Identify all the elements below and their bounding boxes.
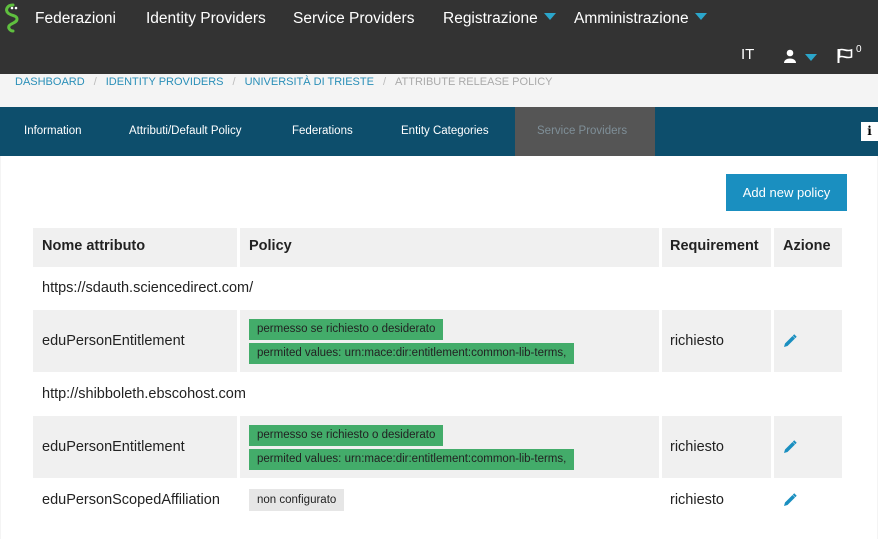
tab-attributi-default-policy[interactable]: Attributi/Default Policy bbox=[129, 107, 242, 156]
attribute-name: eduPersonEntitlement bbox=[42, 333, 185, 349]
language-selector[interactable]: IT bbox=[741, 46, 754, 63]
header-cell-policy bbox=[240, 228, 659, 267]
requirement-value: richiesto bbox=[670, 439, 724, 455]
nav-registrazione[interactable]: Registrazione bbox=[443, 0, 556, 37]
policy-values-tag: permited values: urn:mace:dir:entitlemen… bbox=[249, 449, 575, 470]
notification-count: 0 bbox=[856, 44, 862, 55]
attribute-name: eduPersonEntitlement bbox=[42, 439, 185, 455]
chevron-down-icon bbox=[694, 13, 707, 21]
chevron-down-icon[interactable] bbox=[805, 54, 817, 61]
tab-service-providers[interactable]: Service Providers bbox=[515, 107, 655, 156]
user-icon[interactable] bbox=[784, 49, 796, 63]
policy-not-configured-tag: non configurato bbox=[249, 489, 345, 511]
user-bar: IT 0 bbox=[0, 37, 878, 74]
flag-icon[interactable] bbox=[837, 48, 853, 63]
nav-amministrazione[interactable]: Amministrazione bbox=[574, 0, 707, 37]
breadcrumb-dashboard[interactable]: DASHBOARD bbox=[15, 76, 85, 88]
breadcrumb-universita-di-trieste[interactable]: UNIVERSITÀ DI TRIESTE bbox=[245, 76, 374, 88]
add-new-policy-button[interactable]: Add new policy bbox=[726, 174, 847, 211]
sp-group-label: https://sdauth.sciencedirect.com/ bbox=[42, 280, 254, 296]
sp-group-label: http://shibboleth.ebscohost.com bbox=[42, 386, 246, 402]
breadcrumb: DASHBOARD / IDENTITY PROVIDERS / UNIVERSITÀ … bbox=[15, 76, 553, 88]
policy-tag: permesso se richiesto o desiderato bbox=[249, 425, 444, 446]
edit-pencil-icon[interactable] bbox=[783, 440, 797, 454]
nav-identity-providers[interactable]: Identity Providers bbox=[146, 0, 266, 37]
column-header-policy[interactable]: Policy bbox=[249, 238, 292, 254]
chevron-down-icon bbox=[543, 13, 556, 21]
tab-entity-categories[interactable]: Entity Categories bbox=[401, 107, 489, 156]
edit-pencil-icon[interactable] bbox=[783, 493, 797, 507]
policy-tag: permesso se richiesto o desiderato bbox=[249, 319, 444, 340]
info-icon[interactable]: i bbox=[861, 122, 878, 141]
tab-bar: Information Attributi/Default Policy Fed… bbox=[0, 107, 878, 156]
attribute-name: eduPersonScopedAffiliation bbox=[42, 492, 220, 508]
tab-federations[interactable]: Federations bbox=[292, 107, 353, 156]
requirement-value: richiesto bbox=[670, 333, 724, 349]
tab-information[interactable]: Information bbox=[24, 107, 82, 156]
column-header-action: Azione bbox=[783, 238, 831, 254]
gecko-logo-icon[interactable] bbox=[3, 3, 23, 33]
nav-federazioni[interactable]: Federazioni bbox=[35, 0, 116, 37]
breadcrumb-identity-providers[interactable]: IDENTITY PROVIDERS bbox=[106, 76, 224, 88]
breadcrumb-current: ATTRIBUTE RELEASE POLICY bbox=[395, 76, 553, 88]
column-header-name[interactable]: Nome attributo bbox=[42, 238, 145, 254]
top-nav-bar: Federazioni Identity Providers Service P… bbox=[0, 0, 878, 37]
nav-service-providers[interactable]: Service Providers bbox=[293, 0, 414, 37]
column-header-requirement[interactable]: Requirement bbox=[670, 238, 759, 254]
requirement-value: richiesto bbox=[670, 492, 724, 508]
edit-pencil-icon[interactable] bbox=[783, 334, 797, 348]
policy-values-tag: permited values: urn:mace:dir:entitlemen… bbox=[249, 343, 575, 364]
